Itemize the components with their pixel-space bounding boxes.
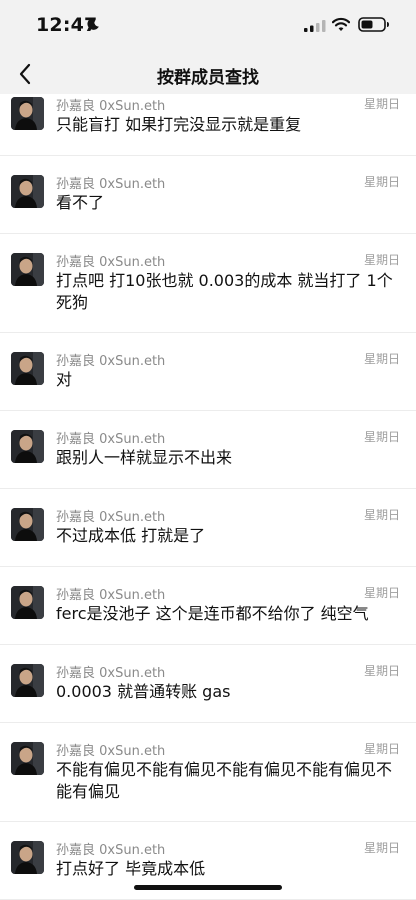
- avatar: [11, 175, 44, 208]
- message-text: 对: [56, 370, 73, 389]
- message-text: 打点吧 打10张也就 0.003的成本 就当打了 1个死狗: [56, 271, 393, 312]
- avatar: [11, 841, 44, 874]
- message-date: 星期日: [363, 742, 400, 756]
- message-date: 星期日: [363, 841, 400, 855]
- message-item[interactable]: 孙嘉良 0xSun.eth 星期日 只能盲打 如果打完没显示就是重复: [0, 94, 416, 156]
- message-item[interactable]: 孙嘉良 0xSun.eth 星期日 0.0003 就普通转账 gas: [0, 645, 416, 723]
- message-item[interactable]: 孙嘉良 0xSun.eth 星期日 跟别人一样就显示不出来: [0, 411, 416, 489]
- message-text: ferc是没池子 这个是连币都不给你了 纯空气: [56, 604, 369, 623]
- message-text: 打点好了 毕竟成本低: [56, 859, 206, 878]
- message-item[interactable]: 孙嘉良 0xSun.eth 星期日 不能有偏见不能有偏见不能有偏见不能有偏见不能…: [0, 723, 416, 822]
- avatar: [11, 253, 44, 286]
- message-date: 星期日: [363, 97, 400, 111]
- sender-name: 孙嘉良 0xSun.eth: [56, 510, 166, 525]
- message-date: 星期日: [363, 175, 400, 189]
- avatar: [11, 586, 44, 619]
- message-text: 只能盲打 如果打完没显示就是重复: [56, 115, 302, 134]
- message-item[interactable]: 孙嘉良 0xSun.eth 星期日 打点吧 打10张也就 0.003的成本 就当…: [0, 234, 416, 333]
- message-date: 星期日: [363, 253, 400, 267]
- message-text: 看不了: [56, 193, 105, 212]
- message-text: 0.0003 就普通转账 gas: [56, 682, 231, 701]
- avatar: [11, 742, 44, 775]
- moon-icon: [87, 17, 99, 30]
- home-indicator[interactable]: [134, 885, 282, 890]
- avatar: [11, 508, 44, 541]
- message-item[interactable]: 孙嘉良 0xSun.eth 星期日 对: [0, 333, 416, 411]
- wifi-icon: [332, 17, 350, 31]
- message-date: 星期日: [363, 586, 400, 600]
- avatar: [11, 352, 44, 385]
- message-item[interactable]: 孙嘉良 0xSun.eth 星期日 ferc是没池子 这个是连币都不给你了 纯空…: [0, 567, 416, 645]
- page-title: 按群成员查找: [157, 68, 259, 88]
- sender-name: 孙嘉良 0xSun.eth: [56, 354, 166, 369]
- sender-name: 孙嘉良 0xSun.eth: [56, 588, 166, 603]
- sender-name: 孙嘉良 0xSun.eth: [56, 666, 166, 681]
- message-text: 不过成本低 打就是了: [56, 526, 206, 545]
- sender-name: 孙嘉良 0xSun.eth: [56, 432, 166, 447]
- cellular-signal-icon: [304, 20, 326, 32]
- message-date: 星期日: [363, 430, 400, 444]
- status-bar: 12:47: [0, 0, 416, 54]
- message-date: 星期日: [363, 664, 400, 678]
- message-item[interactable]: 孙嘉良 0xSun.eth 星期日 看不了: [0, 156, 416, 234]
- message-date: 星期日: [363, 352, 400, 366]
- battery-icon: [358, 17, 389, 32]
- message-date: 星期日: [363, 508, 400, 522]
- message-text: 跟别人一样就显示不出来: [56, 448, 233, 467]
- sender-name: 孙嘉良 0xSun.eth: [56, 255, 166, 270]
- message-item[interactable]: 孙嘉良 0xSun.eth 星期日 不过成本低 打就是了: [0, 489, 416, 567]
- avatar: [11, 97, 44, 130]
- sender-name: 孙嘉良 0xSun.eth: [56, 744, 166, 759]
- message-text: 不能有偏见不能有偏见不能有偏见不能有偏见不能有偏见: [56, 760, 393, 801]
- sender-name: 孙嘉良 0xSun.eth: [56, 843, 166, 858]
- avatar: [11, 664, 44, 697]
- avatar: [11, 430, 44, 463]
- navigation-bar: 按群成员查找: [0, 54, 416, 94]
- sender-name: 孙嘉良 0xSun.eth: [56, 177, 166, 192]
- message-list[interactable]: 孙嘉良 0xSun.eth 星期日 只能盲打 如果打完没显示就是重复 孙嘉良 0…: [0, 94, 416, 900]
- sender-name: 孙嘉良 0xSun.eth: [56, 99, 166, 114]
